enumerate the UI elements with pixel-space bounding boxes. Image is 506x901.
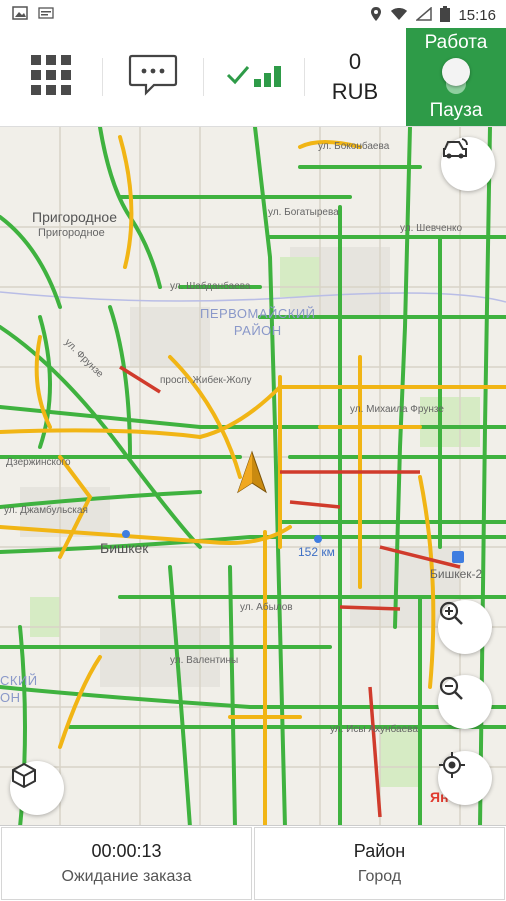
zoom-out-button[interactable] xyxy=(438,675,492,729)
street-label: ул. Шевченко xyxy=(400,223,463,234)
zoom-in-button[interactable] xyxy=(438,600,492,654)
wait-status: Ожидание заказа xyxy=(61,868,192,885)
location-icon xyxy=(370,6,382,25)
street-label: ул. Валентины xyxy=(170,655,239,666)
pause-label: Пауза xyxy=(429,100,483,121)
traffic-button[interactable] xyxy=(441,137,495,191)
status-bar: 15:16 xyxy=(0,0,506,28)
balance-amount: 0 xyxy=(348,49,362,74)
place-label: 152 км xyxy=(298,545,335,559)
battery-icon xyxy=(440,6,451,25)
street-label: ул. Исы Ахунбаева xyxy=(330,724,418,735)
district-label: ПЕРВОМАЙСКИЙ РАЙОН xyxy=(200,306,316,338)
place-label: Пригородное xyxy=(38,227,105,239)
place-label: Бишкек-2 xyxy=(430,567,483,581)
signal-icon xyxy=(415,6,433,24)
bottom-bar: 00:00:13 Ожидание заказа Район Город xyxy=(0,825,506,901)
wifi-icon xyxy=(390,7,408,24)
menu-button[interactable] xyxy=(0,28,102,126)
work-label: Работа xyxy=(424,32,488,53)
top-toolbar: 0 RUB Работа Пауза xyxy=(0,28,506,127)
street-label: ул. Джамбульская xyxy=(4,505,88,516)
place-label: Пригородное xyxy=(32,209,117,225)
image-icon xyxy=(12,6,28,23)
order-wait-panel[interactable]: 00:00:13 Ожидание заказа xyxy=(1,827,252,900)
chat-button[interactable] xyxy=(103,28,203,126)
balance-currency: RUB xyxy=(331,79,379,104)
connection-status[interactable] xyxy=(204,28,304,126)
map-view[interactable]: Пригородное Пригородное ПЕРВОМАЙСКИЙ РАЙ… xyxy=(0,127,506,825)
balance[interactable]: 0 RUB xyxy=(305,28,405,126)
chat-icon xyxy=(128,53,178,102)
street-label: просп. Жибек-Жолу xyxy=(160,375,252,386)
notification-icon xyxy=(38,6,54,23)
street-label: ул. Абылов xyxy=(240,602,293,613)
area-title: Район xyxy=(353,841,406,861)
grid-menu-icon xyxy=(31,54,71,100)
toggle-switch[interactable] xyxy=(442,58,470,94)
street-label: ул. Михаила Фрунзе xyxy=(350,404,444,415)
clock: 15:16 xyxy=(458,7,496,24)
area-value: Город xyxy=(357,868,402,885)
connection-status-icon xyxy=(224,60,284,95)
3d-view-button[interactable] xyxy=(10,761,64,815)
street-label: ул. Богатырева xyxy=(268,207,339,218)
area-selector[interactable]: Район Город xyxy=(254,827,505,900)
toggle-knob[interactable] xyxy=(442,58,470,86)
place-label: Бишкек xyxy=(100,540,149,556)
my-location-button[interactable] xyxy=(438,751,492,805)
work-pause-toggle[interactable]: Работа Пауза xyxy=(406,28,506,126)
wait-timer: 00:00:13 xyxy=(91,841,162,861)
street-label: ул. Шабданбаева xyxy=(170,281,251,292)
district-label: СКИЙ ОН xyxy=(0,673,38,705)
street-label: ул. Боконбаева xyxy=(318,141,390,152)
street-label: Дзержинского xyxy=(6,457,71,468)
navigation-arrow xyxy=(237,450,267,494)
